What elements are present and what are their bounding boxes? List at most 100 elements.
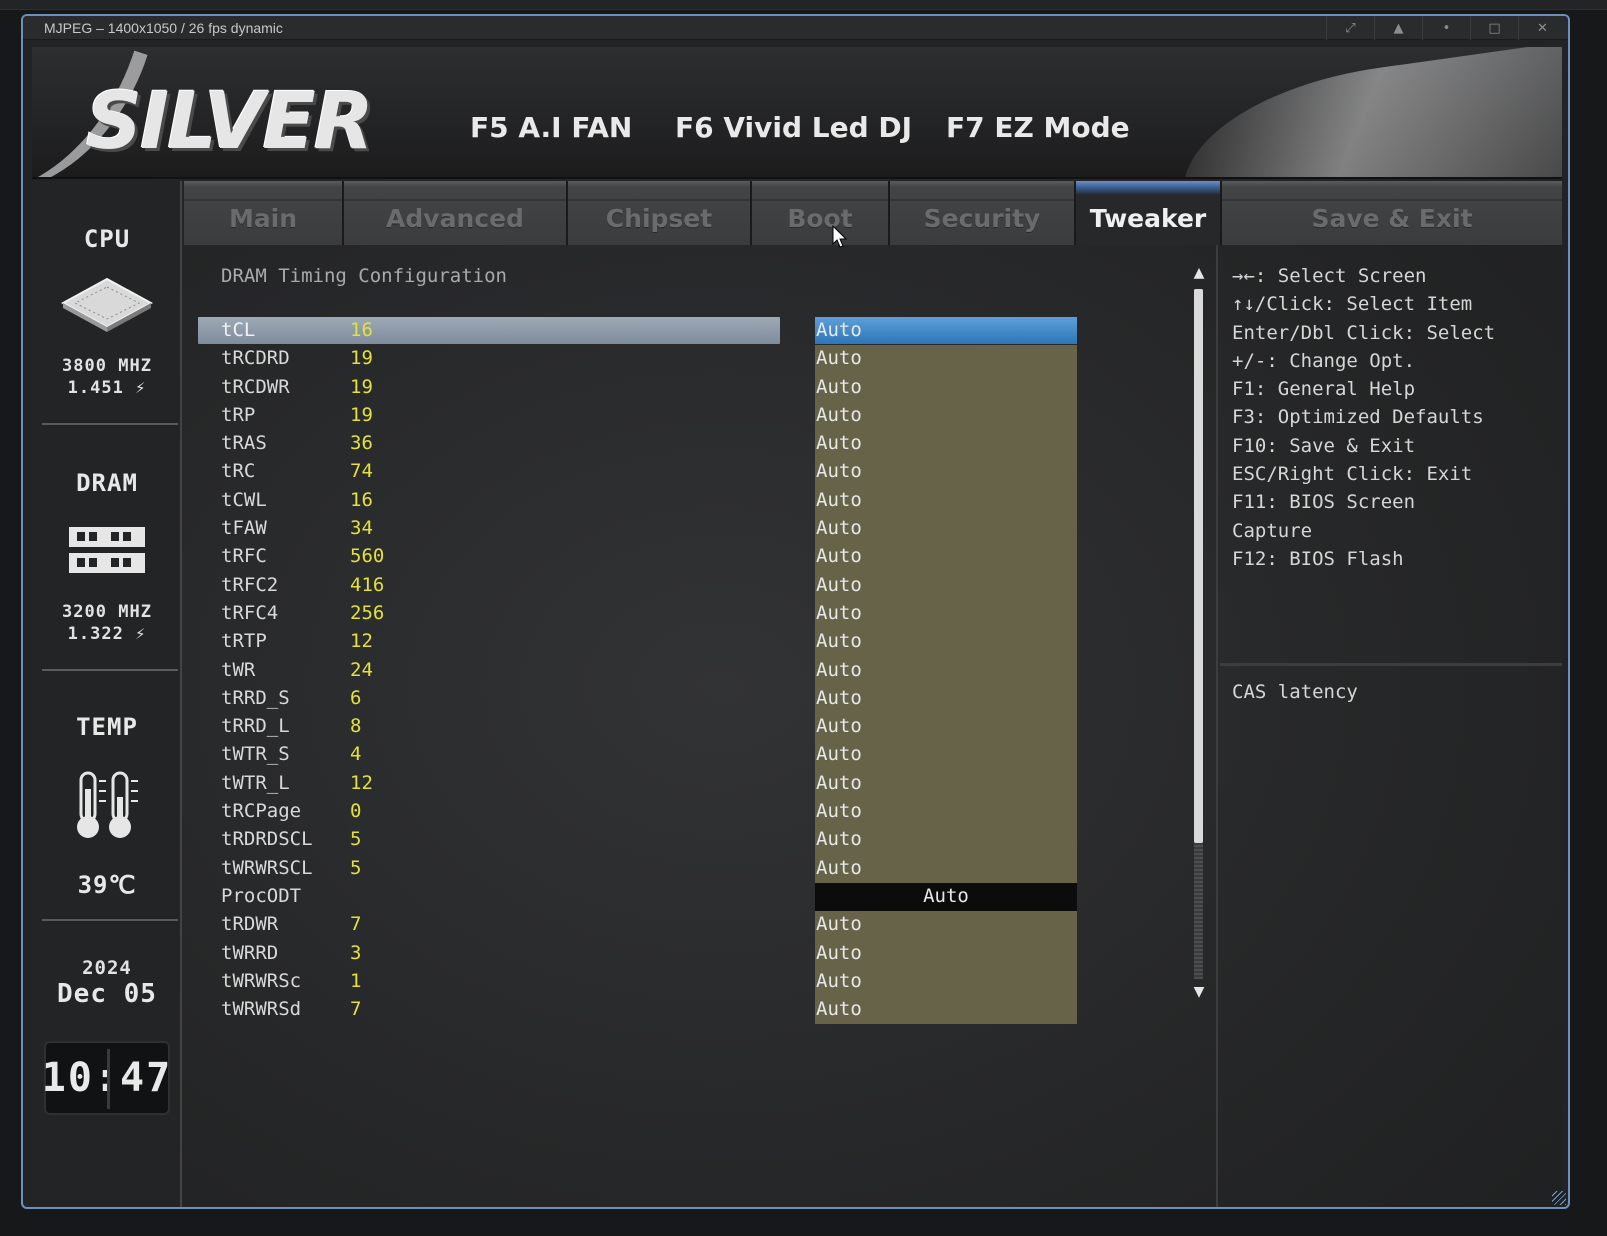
table-row[interactable]: ProcODT Auto	[198, 882, 1098, 912]
timing-name: tFAW	[221, 517, 267, 540]
table-row[interactable]: tRDRDSCL 5 Auto	[198, 826, 1098, 855]
timing-option-dropdown[interactable]: Auto	[815, 826, 1077, 855]
timing-option-dropdown[interactable]: Auto	[815, 345, 1077, 374]
scroll-down-icon[interactable]: ▼	[1188, 984, 1210, 1000]
table-row[interactable]: tRCDWR 19 Auto	[198, 373, 1098, 402]
scroll-up-icon[interactable]: ▲	[1188, 265, 1210, 281]
fullscreen-button[interactable]: ⤢	[1326, 16, 1374, 40]
tab-main[interactable]: Main	[184, 181, 344, 245]
timing-current-value: 19	[350, 375, 373, 398]
maximize-button[interactable]: □	[1470, 16, 1518, 40]
timing-option-dropdown[interactable]: Auto	[815, 373, 1077, 402]
timing-option-dropdown[interactable]: Auto	[815, 854, 1077, 883]
table-row[interactable]: tRRD_S 6 Auto	[198, 684, 1098, 714]
sidebar-divider	[42, 423, 178, 425]
help-line: ↑↓/Click: Select Item	[1232, 293, 1473, 316]
resize-grip-icon[interactable]	[1552, 1191, 1566, 1205]
table-row[interactable]: tFAW 34 Auto	[198, 515, 1098, 544]
option-value: Auto	[816, 432, 862, 455]
scroll-thumb[interactable]	[1194, 289, 1203, 843]
timing-option-dropdown[interactable]: Auto	[815, 996, 1077, 1025]
option-value: Auto	[816, 573, 862, 596]
eject-button[interactable]: ▲	[1374, 16, 1422, 40]
option-value: Auto	[923, 884, 969, 907]
sidebar-divider	[42, 669, 178, 671]
table-row[interactable]: tRC 74 Auto	[198, 458, 1098, 487]
timing-option-dropdown[interactable]: Auto	[815, 769, 1077, 799]
table-row[interactable]: tRRD_L 8 Auto	[198, 713, 1098, 742]
option-value: Auto	[816, 488, 862, 511]
tab-security[interactable]: Security	[890, 181, 1076, 245]
timing-current-value: 19	[350, 403, 373, 426]
f6-vivid-led-button[interactable]: F6 Vivid Led DJ	[675, 111, 912, 144]
option-value: Auto	[816, 630, 862, 653]
timing-option-dropdown[interactable]: Auto	[815, 486, 1077, 516]
tab-advanced[interactable]: Advanced	[344, 181, 568, 245]
table-row[interactable]: tCL 16 Auto	[198, 317, 1098, 345]
table-row[interactable]: tRFC4 256 Auto	[198, 599, 1098, 629]
table-row[interactable]: tWRRD 3 Auto	[198, 939, 1098, 968]
table-row[interactable]: tRTP 12 Auto	[198, 628, 1098, 657]
table-row[interactable]: tRCDRD 19 Auto	[198, 345, 1098, 374]
tab-label: Security	[923, 204, 1041, 233]
table-row[interactable]: tRP 19 Auto	[198, 401, 1098, 431]
table-row[interactable]: tRDWR 7 Auto	[198, 911, 1098, 940]
table-row[interactable]: tWTR_L 12 Auto	[198, 769, 1098, 799]
close-button[interactable]: ✕	[1518, 16, 1566, 40]
timing-option-dropdown[interactable]: Auto	[815, 430, 1077, 459]
settings-scrollbar[interactable]: ▲ ▼	[1188, 265, 1210, 1000]
tab-chipset[interactable]: Chipset	[568, 181, 752, 245]
timing-current-value: 19	[350, 347, 373, 370]
window-titlebar[interactable]: MJPEG – 1400x1050 / 26 fps dynamic ⤢ ▲ •…	[23, 16, 1568, 40]
option-value: Auto	[816, 998, 862, 1021]
table-row[interactable]: tRCPage 0 Auto	[198, 798, 1098, 827]
timing-option-dropdown[interactable]: Auto	[815, 684, 1077, 714]
timing-option-dropdown[interactable]: Auto	[815, 599, 1077, 629]
help-line: Capture	[1232, 519, 1313, 542]
timing-option-dropdown[interactable]: Auto	[815, 401, 1077, 431]
table-row[interactable]: tRFC2 416 Auto	[198, 571, 1098, 600]
timing-option-dropdown[interactable]: Auto	[815, 317, 1077, 344]
timing-name: tRRD_L	[221, 715, 290, 738]
timing-name: tRFC2	[221, 573, 279, 596]
timing-name: tRCPage	[221, 800, 302, 823]
cpu-voltage: 1.451 ⚡	[67, 378, 147, 398]
timing-option-dropdown[interactable]: Auto	[815, 911, 1077, 940]
timing-option-dropdown[interactable]: Auto	[815, 882, 1077, 912]
tab-tweaker[interactable]: Tweaker	[1076, 181, 1222, 245]
table-row[interactable]: tRFC 560 Auto	[198, 543, 1098, 572]
timing-current-value: 36	[350, 432, 373, 455]
tab-label: Advanced	[386, 204, 524, 233]
option-value: Auto	[816, 828, 862, 851]
tab-save-exit[interactable]: Save & Exit	[1222, 181, 1562, 245]
timing-option-dropdown[interactable]: Auto	[815, 713, 1077, 742]
help-line: ESC/Right Click: Exit	[1232, 463, 1473, 486]
timing-option-dropdown[interactable]: Auto	[815, 571, 1077, 600]
timing-option-dropdown[interactable]: Auto	[815, 939, 1077, 968]
timing-option-dropdown[interactable]: Auto	[815, 458, 1077, 487]
f5-ai-fan-button[interactable]: F5 A.I FAN	[470, 111, 632, 144]
minimize-button[interactable]: •	[1422, 16, 1470, 40]
table-row[interactable]: tWTR_S 4 Auto	[198, 741, 1098, 770]
tab-boot[interactable]: Boot	[752, 181, 890, 245]
help-line: F3: Optimized Defaults	[1232, 406, 1484, 429]
timing-name: tWRWRSd	[221, 998, 302, 1021]
timing-current-value: 0	[350, 800, 362, 823]
table-row[interactable]: tWRWRSd 7 Auto	[198, 996, 1098, 1025]
table-row[interactable]: tWR 24 Auto	[198, 656, 1098, 685]
table-row[interactable]: tRAS 36 Auto	[198, 430, 1098, 459]
timing-option-dropdown[interactable]: Auto	[815, 656, 1077, 685]
timing-option-dropdown[interactable]: Auto	[815, 543, 1077, 572]
table-row[interactable]: tWRWRSc 1 Auto	[198, 967, 1098, 997]
option-value: Auto	[816, 969, 862, 992]
window-controls: ⤢ ▲ • □ ✕	[1326, 16, 1566, 40]
timing-name: tRP	[221, 403, 256, 426]
f7-ez-mode-button[interactable]: F7 EZ Mode	[946, 111, 1130, 144]
timing-option-dropdown[interactable]: Auto	[815, 628, 1077, 657]
timing-option-dropdown[interactable]: Auto	[815, 798, 1077, 827]
timing-option-dropdown[interactable]: Auto	[815, 741, 1077, 770]
timing-option-dropdown[interactable]: Auto	[815, 967, 1077, 997]
timing-option-dropdown[interactable]: Auto	[815, 515, 1077, 544]
table-row[interactable]: tWRWRSCL 5 Auto	[198, 854, 1098, 883]
table-row[interactable]: tCWL 16 Auto	[198, 486, 1098, 516]
